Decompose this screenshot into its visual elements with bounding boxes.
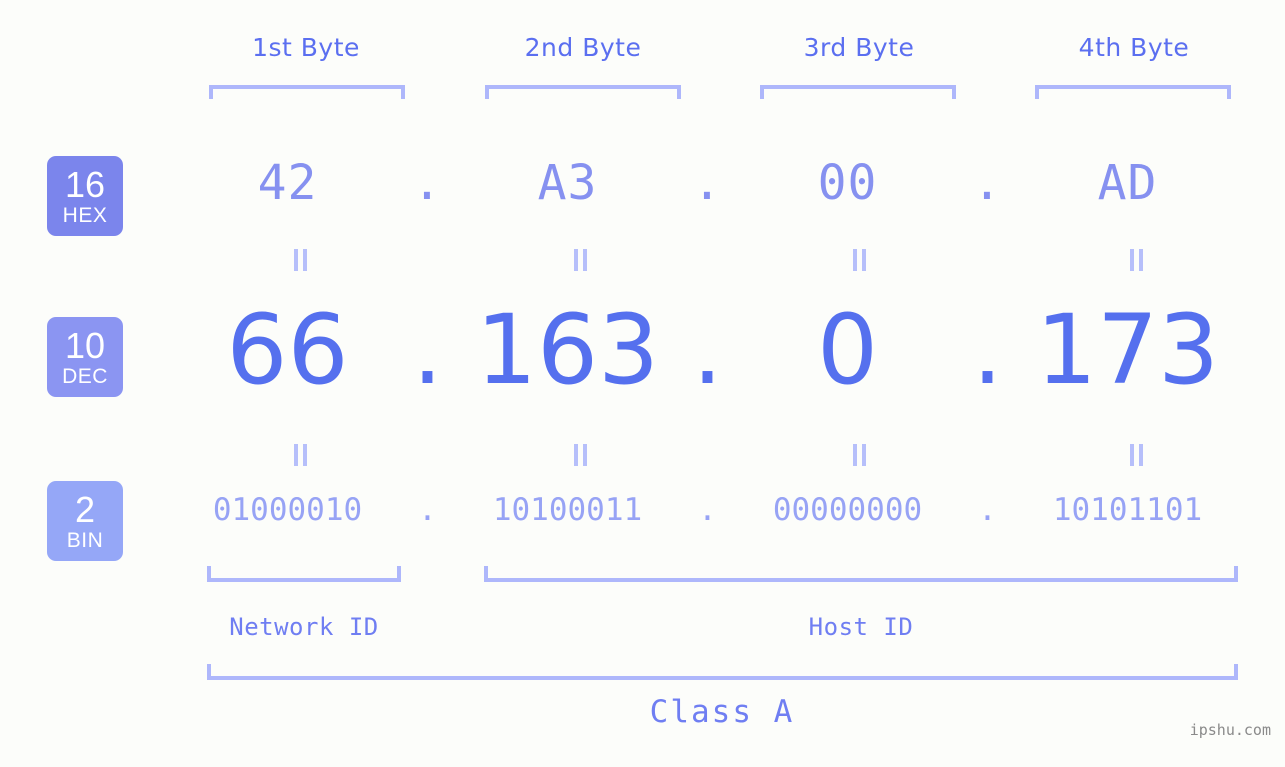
dec-byte-2: 163 bbox=[475, 294, 660, 406]
byte-header-2: 2nd Byte bbox=[484, 33, 682, 62]
equals-mark-hex-dec-1 bbox=[290, 249, 310, 271]
hex-value-row: 42 . A3 . 00 . AD bbox=[180, 155, 1260, 225]
hex-byte-4: AD bbox=[1097, 155, 1158, 211]
hex-byte-2: A3 bbox=[537, 155, 598, 211]
dec-value-row: 66 . 163 . 0 . 173 bbox=[180, 294, 1260, 414]
bin-byte-1: 01000010 bbox=[212, 492, 363, 528]
dec-byte-4: 173 bbox=[1035, 294, 1220, 406]
base-badge-bin: 2 BIN bbox=[47, 481, 123, 561]
base-badge-hex-abbr: HEX bbox=[62, 203, 108, 227]
equals-mark-dec-bin-4 bbox=[1126, 444, 1146, 466]
equals-mark-dec-bin-1 bbox=[290, 444, 310, 466]
byte-bracket-2 bbox=[485, 85, 681, 99]
base-badge-dec-abbr: DEC bbox=[62, 364, 108, 388]
dec-separator-3: . bbox=[972, 294, 1003, 406]
base-badge-bin-abbr: BIN bbox=[66, 528, 104, 552]
byte-header-1: 1st Byte bbox=[207, 33, 405, 62]
byte-header-2-label: 2nd Byte bbox=[524, 33, 642, 62]
byte-bracket-3 bbox=[760, 85, 956, 99]
dec-byte-3: 0 bbox=[816, 294, 879, 406]
bin-byte-3: 00000000 bbox=[772, 492, 923, 528]
byte-header-3-label: 3rd Byte bbox=[803, 33, 915, 62]
hex-byte-1: 42 bbox=[257, 155, 318, 211]
bin-byte-2: 10100011 bbox=[492, 492, 643, 528]
host-id-label-container: Host ID bbox=[484, 613, 1238, 641]
bin-separator-2: . bbox=[698, 492, 717, 528]
byte-header-1-label: 1st Byte bbox=[252, 33, 360, 62]
dec-separator-1: . bbox=[412, 294, 443, 406]
bin-separator-3: . bbox=[978, 492, 997, 528]
byte-header-3: 3rd Byte bbox=[760, 33, 958, 62]
watermark: ipshu.com bbox=[1190, 721, 1271, 739]
host-id-label: Host ID bbox=[808, 613, 914, 641]
equals-mark-hex-dec-4 bbox=[1126, 249, 1146, 271]
network-id-bracket bbox=[207, 566, 401, 582]
base-badge-hex: 16 HEX bbox=[47, 156, 123, 236]
class-bracket bbox=[207, 664, 1238, 680]
dec-separator-2: . bbox=[692, 294, 723, 406]
host-id-bracket bbox=[484, 566, 1238, 582]
byte-bracket-4 bbox=[1035, 85, 1231, 99]
byte-bracket-1 bbox=[209, 85, 405, 99]
bin-separator-1: . bbox=[418, 492, 437, 528]
watermark-text: ipshu.com bbox=[1189, 721, 1271, 739]
equals-mark-dec-bin-2 bbox=[570, 444, 590, 466]
base-badge-bin-number: 2 bbox=[74, 488, 96, 530]
equals-mark-dec-bin-3 bbox=[849, 444, 869, 466]
base-badge-dec-number: 10 bbox=[64, 324, 106, 366]
hex-separator-3: . bbox=[972, 155, 1003, 211]
hex-separator-2: . bbox=[692, 155, 723, 211]
network-id-label-container: Network ID bbox=[207, 613, 401, 641]
base-badge-dec: 10 DEC bbox=[47, 317, 123, 397]
bin-byte-4: 10101101 bbox=[1052, 492, 1203, 528]
dec-byte-1: 66 bbox=[226, 294, 349, 406]
byte-header-4: 4th Byte bbox=[1035, 33, 1233, 62]
equals-mark-hex-dec-2 bbox=[570, 249, 590, 271]
equals-mark-hex-dec-3 bbox=[849, 249, 869, 271]
hex-separator-1: . bbox=[412, 155, 443, 211]
class-label-container: Class A bbox=[207, 694, 1237, 730]
network-id-label: Network ID bbox=[229, 613, 379, 641]
byte-header-4-label: 4th Byte bbox=[1078, 33, 1190, 62]
bin-value-row: 01000010 . 10100011 . 00000000 . 1010110… bbox=[180, 492, 1260, 547]
hex-byte-3: 00 bbox=[817, 155, 878, 211]
class-label: Class A bbox=[649, 694, 795, 730]
base-badge-hex-number: 16 bbox=[64, 163, 106, 205]
